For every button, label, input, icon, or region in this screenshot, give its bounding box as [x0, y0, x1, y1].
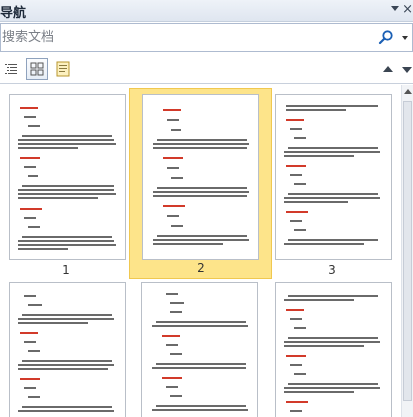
scrollbar-thumb[interactable] — [403, 101, 412, 401]
page-thumbnail-4[interactable] — [0, 280, 133, 417]
headings-list-icon — [5, 64, 17, 74]
tab-headings[interactable] — [0, 58, 22, 80]
page-preview — [142, 94, 259, 260]
panel-menu-button[interactable] — [391, 6, 399, 11]
page-preview — [9, 282, 126, 417]
search-icon[interactable] — [378, 29, 394, 45]
page-preview — [141, 282, 258, 417]
navigation-titlebar: 导航 × — [0, 0, 413, 22]
page-number: 3 — [328, 263, 336, 277]
page-thumbnails-icon — [30, 62, 44, 76]
panel-close-button[interactable]: × — [402, 1, 413, 19]
page-thumbnail-3[interactable]: 3 — [268, 85, 401, 280]
page-thumbnails-pane: 1 2 3 — [0, 85, 401, 417]
page-number: 1 — [62, 263, 70, 277]
next-result-button[interactable] — [402, 67, 412, 73]
page-preview — [9, 94, 126, 260]
search-input[interactable] — [1, 24, 361, 51]
tab-results[interactable] — [52, 58, 74, 80]
page-preview — [275, 94, 392, 260]
page-thumbnail-2[interactable]: 2 — [129, 88, 272, 279]
search-options-chevron-down-icon[interactable] — [402, 36, 408, 40]
page-thumbnail-6[interactable] — [268, 280, 401, 417]
tab-pages[interactable] — [26, 58, 48, 80]
vertical-scrollbar[interactable] — [401, 85, 413, 417]
page-thumbnail-1[interactable]: 1 — [0, 85, 133, 280]
page-thumbnail-5[interactable] — [133, 280, 268, 417]
page-number: 2 — [197, 261, 205, 275]
search-box — [0, 23, 413, 52]
scroll-up-arrow-icon[interactable] — [404, 89, 412, 94]
previous-result-button[interactable] — [383, 66, 393, 72]
view-tabs-bar — [0, 52, 413, 84]
panel-title: 导航 — [0, 6, 27, 21]
document-results-icon — [56, 61, 70, 77]
page-preview — [275, 282, 392, 417]
